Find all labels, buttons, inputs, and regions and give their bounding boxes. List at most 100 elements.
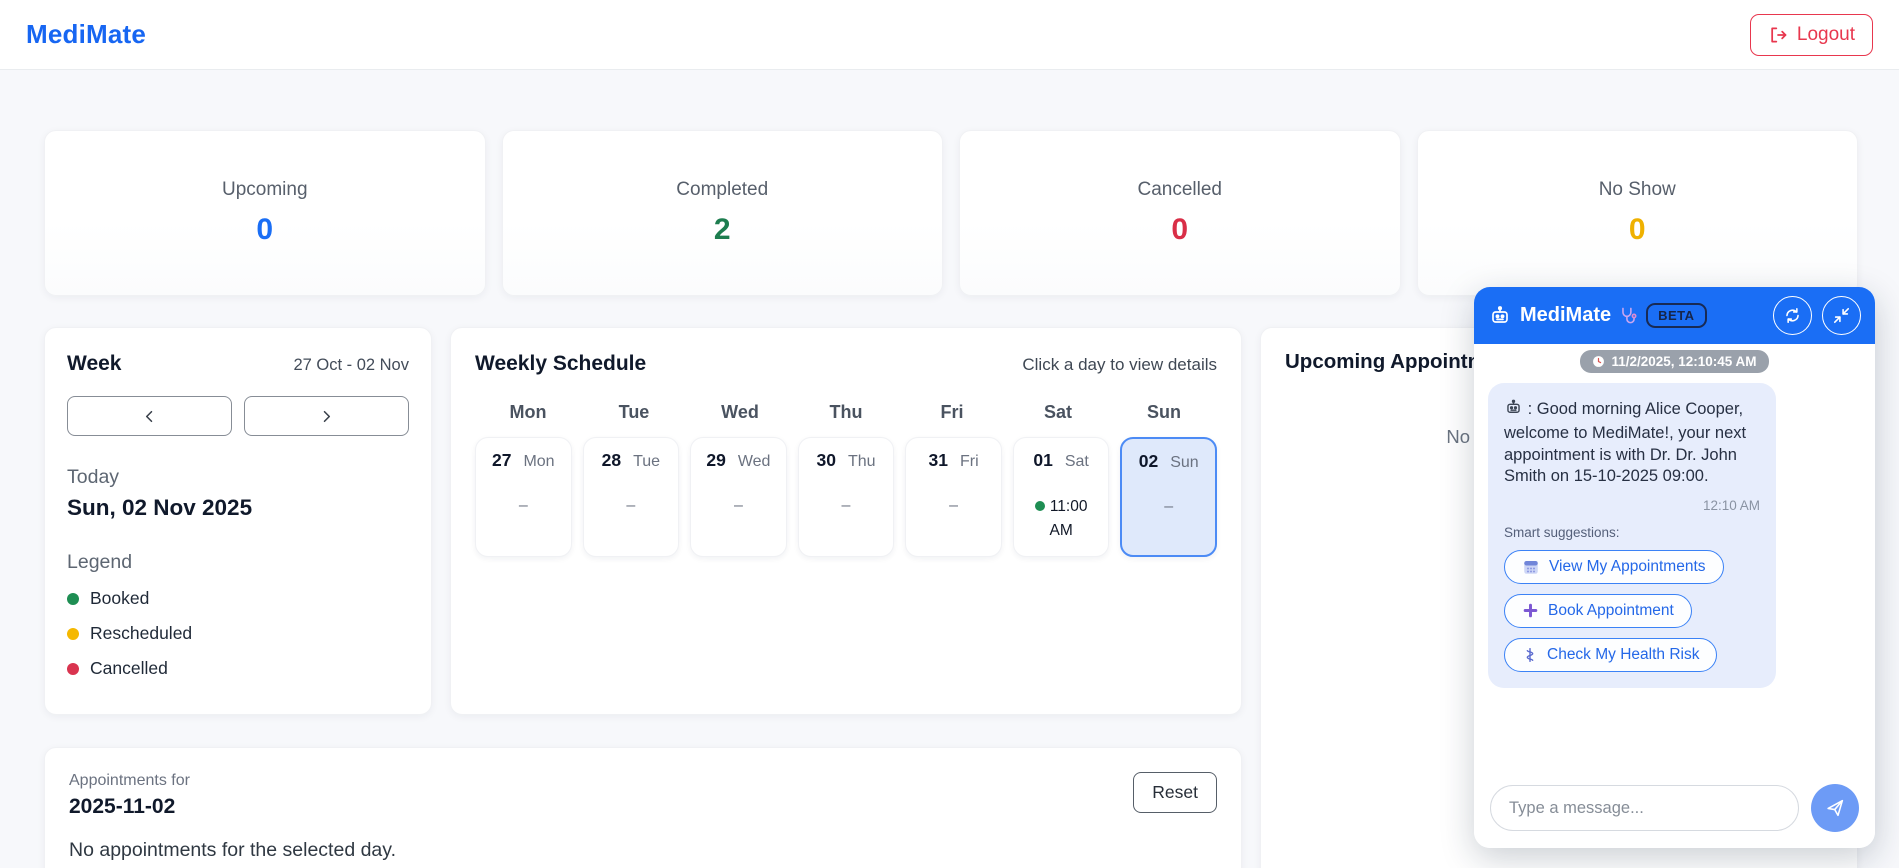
cell-day: Sat bbox=[1065, 453, 1089, 471]
medimate-dashboard: MediMate Logout Upcoming 0 Completed 2 C… bbox=[0, 0, 1899, 868]
cell-date: 30 bbox=[816, 450, 835, 471]
cancelled-dot-icon bbox=[67, 663, 79, 675]
stat-value: 0 bbox=[256, 213, 273, 247]
chat-input-bar bbox=[1474, 770, 1875, 848]
chat-timestamp-text: 11/2/2025, 12:10:45 AM bbox=[1611, 354, 1756, 369]
day-cell-tue[interactable]: 28 Tue – bbox=[583, 437, 680, 557]
send-icon bbox=[1824, 797, 1846, 819]
chat-header: MediMate BETA bbox=[1474, 287, 1875, 344]
cell-empty-dash: – bbox=[519, 497, 528, 515]
legend-item-rescheduled: Rescheduled bbox=[67, 623, 409, 644]
caduceus-icon bbox=[1522, 647, 1538, 663]
cell-date: 27 bbox=[492, 450, 511, 471]
legend-text: Cancelled bbox=[90, 658, 168, 679]
day-name: Sun bbox=[1111, 402, 1217, 423]
week-card: Week 27 Oct - 02 Nov Today Sun, 02 Nov 2… bbox=[44, 327, 432, 715]
calendar-icon bbox=[1522, 558, 1540, 576]
appointments-for-card: Appointments for 2025-11-02 Reset No app… bbox=[44, 747, 1242, 868]
legend-item-booked: Booked bbox=[67, 588, 409, 609]
smart-suggestions-label: Smart suggestions: bbox=[1504, 525, 1760, 540]
stat-value: 0 bbox=[1629, 213, 1646, 247]
day-cell-wed[interactable]: 29 Wed – bbox=[690, 437, 787, 557]
collapse-icon bbox=[1832, 306, 1851, 325]
robot-icon bbox=[1504, 398, 1523, 423]
today-date: Sun, 02 Nov 2025 bbox=[67, 495, 409, 521]
check-health-risk-button[interactable]: Check My Health Risk bbox=[1504, 638, 1717, 672]
chat-message-area: 11/2/2025, 12:10:45 AM : Good morning Al… bbox=[1474, 344, 1875, 770]
day-name: Mon bbox=[475, 402, 581, 423]
chat-minimize-button[interactable] bbox=[1822, 296, 1861, 335]
day-name: Fri bbox=[899, 402, 1005, 423]
suggestion-label: Book Appointment bbox=[1548, 602, 1674, 620]
plus-icon bbox=[1522, 602, 1539, 619]
day-cell-thu[interactable]: 30 Thu – bbox=[798, 437, 895, 557]
legend-text: Rescheduled bbox=[90, 623, 192, 644]
cell-date: 28 bbox=[602, 450, 621, 471]
cell-empty-dash: – bbox=[734, 497, 743, 515]
stat-card-completed: Completed 2 bbox=[502, 130, 944, 296]
stat-card-cancelled: Cancelled 0 bbox=[959, 130, 1401, 296]
week-title: Week bbox=[67, 352, 121, 376]
day-cell-sun-selected[interactable]: 02 Sun – bbox=[1120, 437, 1217, 557]
cell-date: 29 bbox=[706, 450, 725, 471]
cell-date: 01 bbox=[1033, 450, 1052, 471]
stat-value: 0 bbox=[1171, 213, 1188, 247]
stat-label: No Show bbox=[1599, 179, 1676, 201]
appointments-for-date: 2025-11-02 bbox=[69, 795, 190, 819]
suggestion-label: View My Appointments bbox=[1549, 558, 1706, 576]
cell-day: Fri bbox=[960, 453, 979, 471]
chat-title: MediMate bbox=[1520, 304, 1611, 327]
stat-value: 2 bbox=[714, 213, 731, 247]
book-appointment-button[interactable]: Book Appointment bbox=[1504, 594, 1692, 628]
beta-badge: BETA bbox=[1646, 303, 1706, 328]
cell-day: Mon bbox=[523, 453, 554, 471]
week-range: 27 Oct - 02 Nov bbox=[293, 356, 409, 375]
booked-dot-icon bbox=[67, 593, 79, 605]
chevron-right-icon bbox=[317, 407, 336, 426]
stethoscope-icon bbox=[1619, 306, 1638, 325]
legend-text: Booked bbox=[90, 588, 149, 609]
weekly-schedule-title: Weekly Schedule bbox=[475, 352, 646, 376]
chevron-left-icon bbox=[140, 407, 159, 426]
day-cell-sat[interactable]: 01 Sat 11:00 AM bbox=[1013, 437, 1110, 557]
refresh-icon bbox=[1783, 306, 1802, 325]
reset-button[interactable]: Reset bbox=[1133, 772, 1217, 813]
stat-label: Completed bbox=[676, 179, 768, 201]
day-names-row: Mon Tue Wed Thu Fri Sat Sun bbox=[475, 402, 1217, 423]
stat-label: Cancelled bbox=[1138, 179, 1223, 201]
appointments-for-label: Appointments for bbox=[69, 772, 190, 790]
weekly-schedule-card: Weekly Schedule Click a day to view deta… bbox=[450, 327, 1242, 715]
logout-label: Logout bbox=[1797, 24, 1855, 46]
chat-message-input[interactable] bbox=[1490, 785, 1799, 831]
weekly-schedule-hint: Click a day to view details bbox=[1022, 355, 1217, 375]
stat-card-no-show: No Show 0 bbox=[1417, 130, 1859, 296]
bot-message-bubble: : Good morning Alice Cooper, welcome to … bbox=[1488, 383, 1776, 688]
stats-row: Upcoming 0 Completed 2 Cancelled 0 No Sh… bbox=[44, 130, 1858, 296]
logout-button[interactable]: Logout bbox=[1750, 14, 1873, 56]
appointment-time[interactable]: 11:00 AM bbox=[1050, 498, 1088, 539]
day-cell-fri[interactable]: 31 Fri – bbox=[905, 437, 1002, 557]
send-button[interactable] bbox=[1811, 784, 1859, 832]
cell-empty-dash: – bbox=[949, 497, 958, 515]
day-cells-row: 27 Mon – 28 Tue – 29 Wed bbox=[475, 437, 1217, 557]
robot-icon bbox=[1488, 304, 1512, 328]
view-my-appointments-button[interactable]: View My Appointments bbox=[1504, 550, 1724, 584]
clock-icon bbox=[1592, 355, 1605, 368]
top-bar: MediMate Logout bbox=[0, 0, 1899, 70]
rescheduled-dot-icon bbox=[67, 628, 79, 640]
chat-session-timestamp: 11/2/2025, 12:10:45 AM bbox=[1580, 350, 1768, 373]
prev-week-button[interactable] bbox=[67, 396, 232, 436]
no-appointments-text: No appointments for the selected day. bbox=[69, 839, 1217, 862]
cell-day: Tue bbox=[633, 453, 660, 471]
cell-day: Thu bbox=[848, 453, 876, 471]
cell-day: Wed bbox=[738, 453, 771, 471]
day-cell-mon[interactable]: 27 Mon – bbox=[475, 437, 572, 557]
cell-empty-dash: – bbox=[626, 497, 635, 515]
today-label: Today bbox=[67, 466, 409, 489]
cell-empty-dash: – bbox=[842, 497, 851, 515]
brand-logo[interactable]: MediMate bbox=[26, 19, 146, 50]
chat-refresh-button[interactable] bbox=[1773, 296, 1812, 335]
message-time: 12:10 AM bbox=[1504, 498, 1760, 513]
next-week-button[interactable] bbox=[244, 396, 409, 436]
chat-widget: MediMate BETA bbox=[1474, 287, 1875, 848]
